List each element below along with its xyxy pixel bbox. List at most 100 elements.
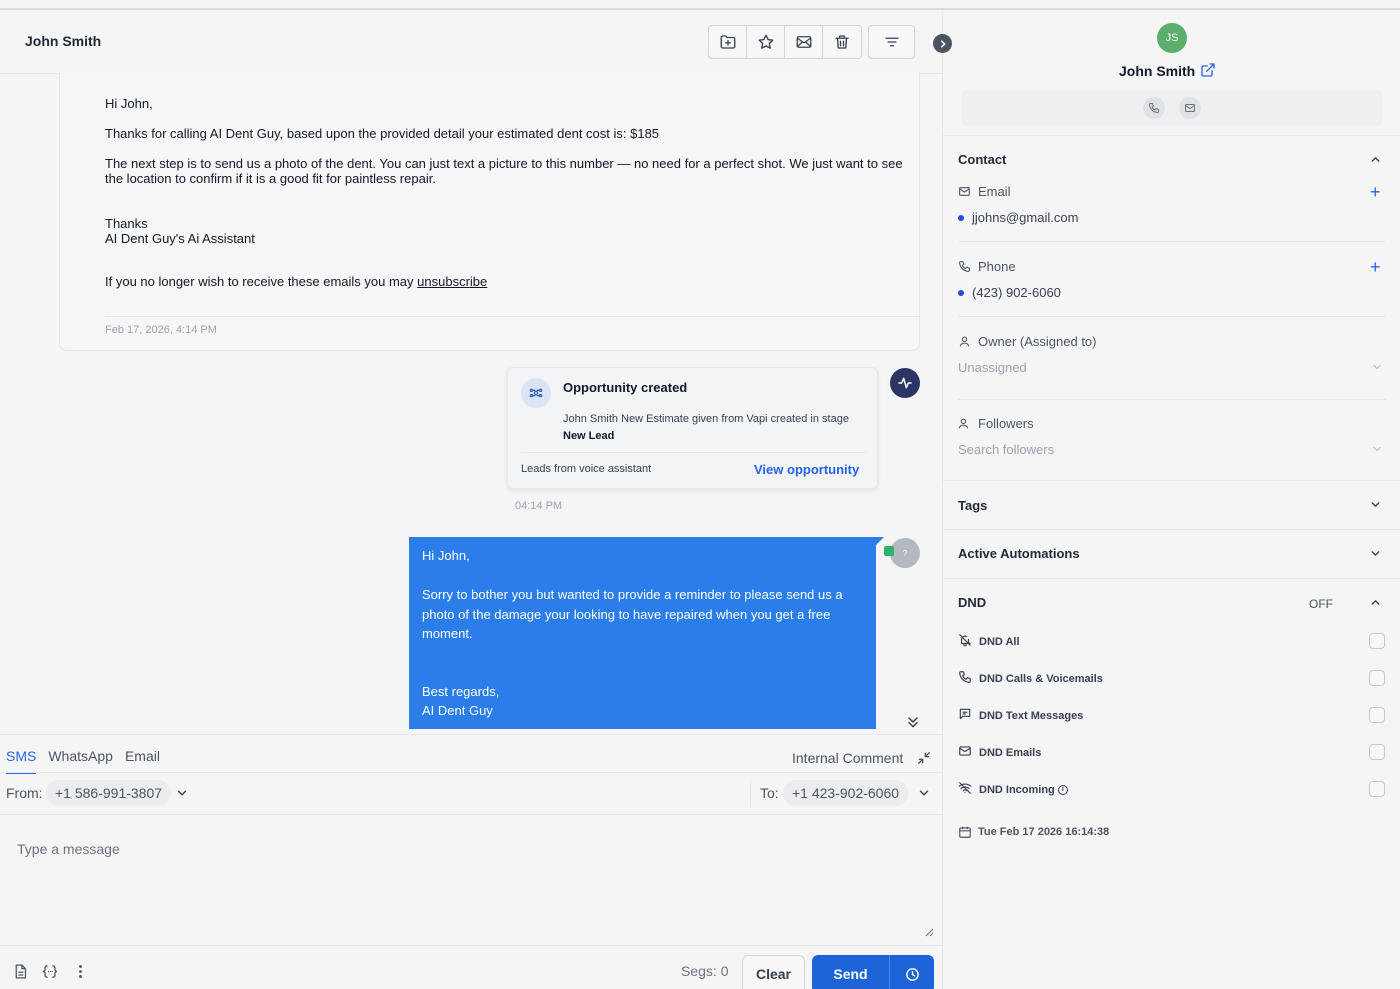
move-to-folder-button[interactable] [709,26,747,58]
followers-search[interactable]: Search followers [958,442,1054,457]
more-options-button[interactable] [71,962,89,980]
collapse-panel-button[interactable] [933,34,952,53]
message-input[interactable] [6,831,932,941]
owner-select[interactable]: Unassigned [958,360,1027,375]
primary-dot [958,214,964,221]
opportunity-icon [521,378,551,408]
opportunity-card: Opportunity created John Smith New Estim… [507,367,878,489]
contact-section-title[interactable]: Contact [958,152,1006,167]
contact-name: John Smith [1119,63,1196,79]
email-value-text: jjohns@gmail.com [972,210,1079,225]
dnd-emails-checkbox[interactable] [1369,744,1385,760]
phone-label-text: Phone [978,259,1016,274]
divider [943,480,1400,481]
call-button[interactable] [1143,97,1165,119]
bubble-tail [876,537,884,545]
info-icon[interactable]: i [1057,785,1068,796]
owner-dropdown-chevron[interactable] [1371,361,1383,373]
owner-label: Owner (Assigned to) [958,334,1097,349]
dnd-texts-label: DND Text Messages [979,710,1084,722]
tags-section-title[interactable]: Tags [958,498,987,513]
view-opportunity-link[interactable]: View opportunity [754,462,859,477]
open-contact-link[interactable] [1200,62,1216,78]
email-message: Hi John, Thanks for calling AI Dent Guy,… [59,72,920,351]
email-label-text: Email [978,184,1011,199]
dnd-texts-row: DND Text Messages [958,707,1388,725]
email-line-1: Thanks for calling AI Dent Guy, based up… [105,126,660,141]
divider [943,578,1400,579]
braces-icon [42,964,58,978]
dnd-calls-label: DND Calls & Voicemails [979,673,1103,685]
star-button[interactable] [747,26,785,58]
dnd-calls-row: DND Calls & Voicemails [958,670,1388,688]
email-value[interactable]: jjohns@gmail.com [958,210,1078,225]
custom-values-button[interactable] [41,962,59,980]
tab-whatsapp[interactable]: WhatsApp [48,748,113,774]
tab-sms[interactable]: SMS [6,748,37,774]
wifi-off-icon [958,782,972,794]
scroll-to-bottom-button[interactable] [903,712,923,732]
phone-icon [959,671,971,683]
clock-icon [905,967,919,981]
divider [958,399,1386,400]
clear-button[interactable]: Clear [742,955,805,989]
email-signature: AI Dent Guy's Ai Assistant [105,231,255,246]
minimize-composer-button[interactable] [916,750,932,766]
opportunity-source: Leads from voice assistant [521,463,652,475]
template-button[interactable] [11,962,29,980]
from-dropdown-button[interactable] [175,786,189,800]
sms-greeting: Hi John, [422,548,470,563]
conversation-panel: John Smith Hi John, Thanks for calling A… [0,12,952,989]
folder-plus-icon [720,35,735,49]
contact-avatar: JS [1157,23,1187,53]
users-icon [958,418,969,429]
dnd-all-row: DND All [958,633,1388,651]
mark-unread-button[interactable] [785,26,823,58]
internal-comment-tab[interactable]: Internal Comment [792,750,903,766]
sms-message-bubble: Hi John, Sorry to bother you but wanted … [409,537,884,729]
bell-off-icon [959,634,972,647]
phone-value[interactable]: (423) 902-6060 [958,285,1061,300]
dnd-texts-checkbox[interactable] [1369,707,1385,723]
dnd-incoming-row: DND Incoming i [958,781,1388,799]
email-button[interactable] [1179,97,1201,119]
dnd-collapse-button[interactable] [1369,596,1382,609]
automations-section-title[interactable]: Active Automations [958,546,1080,561]
sender-avatar: ? [890,538,920,568]
unsubscribe-text: If you no longer wish to receive these e… [105,274,418,289]
chevron-up-icon [1371,600,1380,605]
segment-count: Segs: 0 [681,963,729,979]
message-composer: SMS WhatsApp Email Internal Comment From… [0,734,942,989]
tags-expand-button[interactable] [1369,498,1382,511]
email-unsubscribe-line: If you no longer wish to receive these e… [105,274,487,289]
document-icon [15,963,26,979]
from-to-row: From: +1 586-991-3807 To: +1 423-902-606… [0,772,942,815]
to-dropdown-button[interactable] [917,786,931,800]
chevron-down-icon [919,790,929,796]
schedule-send-button[interactable] [889,955,934,989]
filter-button[interactable] [868,25,915,59]
mail-icon [1185,104,1195,112]
automations-expand-button[interactable] [1369,547,1382,560]
send-button[interactable]: Send [812,955,889,989]
tab-email[interactable]: Email [125,748,160,774]
to-label: To: [760,785,779,801]
from-number-select[interactable]: +1 586-991-3807 [46,780,172,806]
contact-collapse-button[interactable] [1369,153,1382,166]
phone-value-text: (423) 902-6060 [972,285,1061,300]
to-number-select[interactable]: +1 423-902-6060 [783,780,909,806]
followers-dropdown-chevron[interactable] [1371,443,1383,455]
external-link-icon [1201,63,1215,77]
dnd-section-title[interactable]: DND [958,595,986,610]
dnd-incoming-checkbox[interactable] [1369,781,1385,797]
delete-button[interactable] [823,26,861,58]
dnd-all-checkbox[interactable] [1369,633,1385,649]
add-phone-button[interactable]: + [1370,258,1381,276]
chevron-up-icon [1371,157,1380,162]
sms-closing: Best regards, [422,684,500,699]
add-email-button[interactable]: + [1370,183,1381,201]
unsubscribe-link[interactable]: unsubscribe [417,274,487,289]
resize-handle[interactable] [924,927,934,937]
dnd-calls-checkbox[interactable] [1369,670,1385,686]
phone-label: Phone [958,259,1016,274]
